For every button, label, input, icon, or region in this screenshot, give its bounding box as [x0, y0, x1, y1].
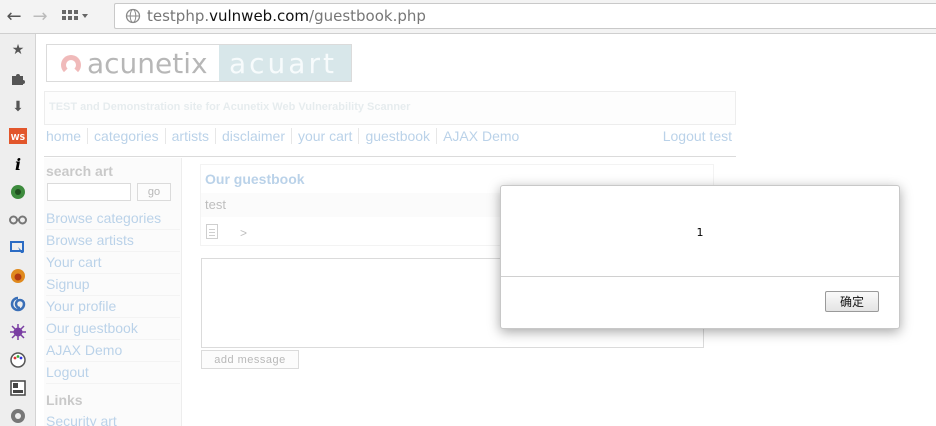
guestbook-title: Our guestbook — [205, 171, 305, 187]
nav-artists[interactable]: artists — [172, 128, 216, 144]
nav-guestbook[interactable]: guestbook — [365, 128, 438, 144]
side-link-security-art[interactable]: Security art — [46, 411, 180, 426]
guestbook-entry-author: test — [205, 197, 226, 212]
address-bar[interactable]: testphp.vulnweb.com/guestbook.php — [114, 3, 936, 29]
nav-your-cart[interactable]: your cart — [298, 128, 360, 144]
side-link-signup[interactable]: Signup — [46, 274, 180, 296]
nav-ajax-demo[interactable]: AJAX Demo — [443, 128, 525, 144]
logo-right-text: acuart — [229, 47, 337, 80]
alert-divider — [501, 276, 899, 277]
fire-icon[interactable] — [9, 267, 27, 285]
extension-sidebar: ★ ⬇ WS i — [0, 34, 36, 426]
svg-text:WS: WS — [11, 133, 26, 142]
settings-globe-icon[interactable] — [9, 407, 27, 425]
nav-divider — [44, 156, 736, 157]
logo-left-text: acunetix — [87, 47, 208, 80]
links-heading: Links — [46, 392, 83, 408]
cursor-select-icon[interactable] — [9, 239, 27, 257]
side-link-ajax-demo[interactable]: AJAX Demo — [46, 340, 180, 362]
page-info-icon[interactable] — [125, 8, 141, 24]
ws-icon[interactable]: WS — [9, 127, 27, 145]
alert-dialog: 1 确定 — [500, 185, 900, 329]
side-link-browse-artists[interactable]: Browse artists — [46, 230, 180, 252]
forward-arrow-icon[interactable]: → — [30, 6, 50, 27]
browser-toolbar: ← → testphp.vulnweb.com/guestbook.php — [0, 0, 936, 34]
document-icon — [206, 224, 218, 239]
side-link-logout[interactable]: Logout — [46, 362, 180, 384]
star-icon[interactable]: ★ — [9, 41, 27, 59]
url-text: testphp.vulnweb.com/guestbook.php — [147, 7, 426, 25]
guestbook-entry-message: > — [240, 226, 248, 240]
search-input[interactable] — [47, 183, 131, 201]
nav-home[interactable]: home — [46, 128, 89, 144]
window-layout-icon[interactable] — [9, 379, 27, 397]
add-message-button[interactable]: add message — [201, 350, 299, 369]
logout-link[interactable]: Logout test — [663, 128, 732, 144]
browser-window: ← → testphp.vulnweb.com/guestbook.php ★ — [0, 0, 936, 426]
search-heading: search art — [46, 163, 113, 179]
site-logo[interactable]: acunetix acuart — [46, 44, 352, 82]
site-tagline: TEST and Demonstration site for Acunetix… — [44, 91, 736, 125]
apps-grid-icon[interactable] — [60, 6, 90, 26]
puzzle-icon[interactable] — [9, 70, 27, 88]
swirl-icon[interactable] — [9, 295, 27, 313]
side-link-your-profile[interactable]: Your profile — [46, 296, 180, 318]
side-link-our-guestbook[interactable]: Our guestbook — [46, 318, 180, 340]
green-shield-icon[interactable] — [9, 183, 27, 201]
download-icon[interactable]: ⬇ — [9, 98, 27, 116]
palette-icon[interactable] — [9, 351, 27, 369]
virus-icon[interactable] — [9, 323, 27, 341]
glasses-icon[interactable] — [9, 211, 27, 229]
go-button[interactable]: go — [137, 183, 171, 201]
top-nav: home categories artists disclaimer your cart… — [46, 128, 531, 148]
info-icon[interactable]: i — [9, 155, 27, 174]
nav-categories[interactable]: categories — [94, 128, 166, 144]
nav-disclaimer[interactable]: disclaimer — [222, 128, 292, 144]
acunetix-logo-icon — [61, 55, 81, 75]
side-link-browse-categories[interactable]: Browse categories — [46, 208, 180, 230]
alert-message: 1 — [696, 226, 704, 239]
left-column: search art go Browse categories Browse a… — [44, 158, 182, 426]
side-link-your-cart[interactable]: Your cart — [46, 252, 180, 274]
ok-button[interactable]: 确定 — [825, 291, 879, 312]
back-arrow-icon[interactable]: ← — [4, 6, 24, 27]
